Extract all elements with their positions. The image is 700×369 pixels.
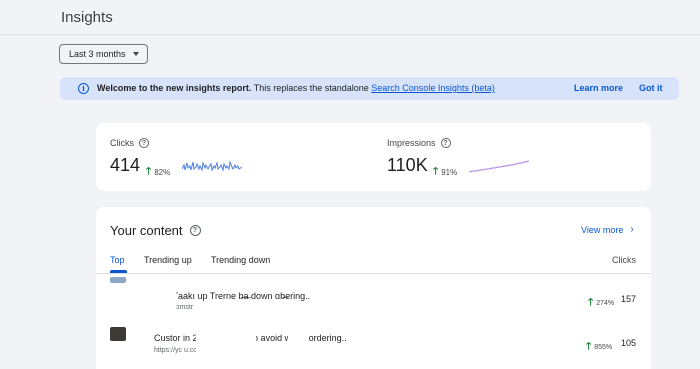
clicks-delta-value: 82%: [154, 168, 171, 177]
clicks-label-text: Clicks: [110, 138, 134, 148]
redaction: [196, 329, 256, 359]
arrow-up-icon: 🡑: [146, 166, 152, 177]
clicks-sparkline: [182, 160, 242, 172]
clicks-label: Clicks ?: [110, 138, 149, 148]
tab-trending-up[interactable]: Trending up: [144, 255, 192, 265]
impressions-delta-value: 91%: [441, 168, 458, 177]
top-bar: Insights: [0, 0, 700, 35]
view-more-label: View more: [581, 224, 624, 235]
table-row[interactable]: ʼaakı up Trerne b̶a̶ down ɑb̶ering.. ɔms…: [96, 277, 651, 315]
metrics-card: Clicks ? 414 🡑 82% Impressions ? 110K 🡑 …: [96, 123, 651, 191]
your-content-title-text: Your content: [110, 223, 183, 238]
redaction: [156, 277, 176, 315]
banner-message: Welcome to the new insights report. This…: [97, 83, 495, 93]
table-row[interactable]: Custor in 2025 nistakes to avoid when or…: [96, 325, 651, 363]
page-title: Insights: [61, 9, 113, 26]
row-title[interactable]: ʼaakı up Trerne b̶a̶ down ɑb̶ering..: [176, 291, 310, 301]
info-icon: i: [78, 83, 89, 94]
help-icon[interactable]: ?: [139, 138, 149, 148]
your-content-card: Your content ? View more › Top Trending …: [96, 207, 651, 369]
learn-more-button[interactable]: Learn more: [574, 83, 623, 93]
clicks-delta: 🡑 82%: [146, 164, 170, 181]
help-icon[interactable]: ?: [440, 138, 451, 148]
help-icon[interactable]: ?: [189, 225, 201, 236]
impressions-label: Impressions ?: [387, 138, 451, 148]
view-more-link[interactable]: View more ›: [581, 224, 634, 235]
arrow-up-icon: 🡑: [588, 297, 594, 308]
chevron-right-icon: ›: [630, 224, 634, 235]
impressions-value: 110K: [387, 155, 428, 175]
caret-down-icon: [132, 52, 139, 56]
impressions-delta: 🡑 91%: [433, 164, 457, 181]
page-thumbnail: [110, 327, 126, 341]
tab-top[interactable]: Top: [110, 255, 125, 265]
banner-text: This replaces the standalone: [251, 83, 372, 93]
arrow-up-icon: 🡑: [586, 341, 592, 352]
date-range-label: Last 3 months: [69, 49, 126, 59]
row-clicks: 105: [620, 338, 636, 348]
date-range-dropdown[interactable]: Last 3 months: [59, 44, 148, 64]
arrow-up-icon: 🡑: [433, 166, 439, 177]
content-tabs: Top Trending up Trending down: [96, 252, 651, 274]
search-console-insights-link[interactable]: Search Console Insights (beta): [371, 83, 495, 93]
impressions-label-text: Impressions: [387, 138, 436, 148]
clicks-value: 414: [110, 155, 141, 175]
row-clicks: 157: [620, 294, 636, 304]
clicks-column-header[interactable]: Clicks: [612, 255, 636, 265]
impressions-sparkline: [469, 160, 529, 173]
banner-bold-text: Welcome to the new insights report.: [97, 83, 252, 93]
your-content-title: Your content ?: [110, 223, 201, 238]
tab-trending-down[interactable]: Trending down: [211, 255, 270, 265]
got-it-button[interactable]: Got it: [639, 83, 663, 93]
active-tab-indicator: [110, 270, 127, 273]
redaction: [288, 329, 308, 359]
info-banner: i Welcome to the new insights report. Th…: [60, 77, 679, 100]
row-url: ɔmstr: [176, 304, 194, 311]
